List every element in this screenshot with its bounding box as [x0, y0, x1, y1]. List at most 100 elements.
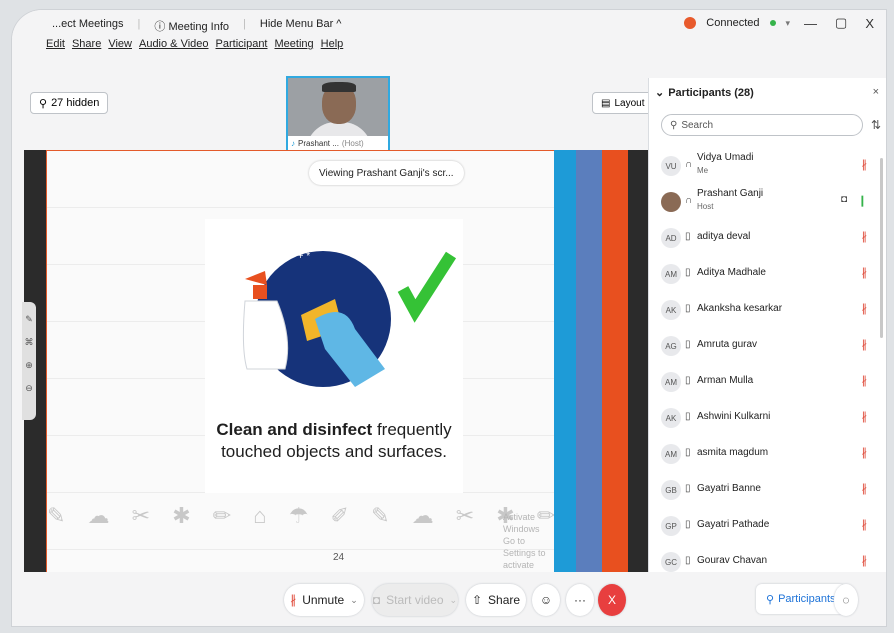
screenshot-frame: ...ect Meetings | ⓘ Meeting Info | Hide … [0, 0, 894, 633]
mic-muted-icon: ∦ [290, 593, 297, 607]
list-item[interactable]: AK ▯ Ashwini Kulkarni ∦ [649, 400, 881, 436]
list-item[interactable]: AM ▯ Arman Mulla ∦ [649, 364, 881, 400]
avatar: AM [661, 372, 681, 392]
mic-muted-icon[interactable]: ∦ [862, 518, 868, 531]
poster-illustration: * + * [242, 251, 457, 387]
menu-meeting[interactable]: Meeting [275, 38, 314, 58]
phone-icon: ▯ [685, 411, 691, 422]
reactions-button[interactable]: ☺ [532, 584, 560, 616]
doodle-border: ✎ ☁ ✂ ✱ ✏ ⌂ ☂ ✐ ✎ ☁ ✂ ✱ ✏ ⌂ ☂ ✐ ✎ ☁ ✂ ✱ [47, 503, 555, 528]
menu-view[interactable]: View [108, 38, 132, 58]
viewing-banner[interactable]: Viewing Prashant Ganji's scr... [309, 161, 464, 185]
mic-muted-icon[interactable]: ∦ [862, 266, 868, 279]
phone-icon: ▯ [685, 375, 691, 386]
list-item[interactable]: AG ▯ Amruta gurav ∦ [649, 328, 881, 364]
annotation-panel: ✎ ⌘ ⊕ ⊖ [22, 302, 36, 420]
chevron-down-icon: ⌄ [449, 594, 458, 605]
layout-icon: ▤ [601, 97, 611, 109]
list-item[interactable]: GP ▯ Gayatri Pathade ∦ [649, 508, 881, 544]
zoom-in-icon[interactable]: ⊕ [22, 360, 36, 371]
list-item[interactable]: ∩ Prashant Ganji Host ◘ ❙ [649, 184, 881, 220]
menu-audio-video[interactable]: Audio & Video [139, 38, 209, 58]
status-dropdown-icon[interactable]: ▾ [786, 18, 791, 29]
avatar: GP [661, 516, 681, 536]
poster-caption: Clean and disinfect frequently touched o… [216, 420, 452, 461]
close-window-button[interactable]: X [861, 16, 878, 31]
restore-button[interactable]: ▢ [831, 15, 851, 31]
camera-icon[interactable]: ◘ [841, 194, 847, 205]
video-hair [322, 82, 356, 92]
list-item[interactable]: GB ▯ Gayatri Banne ∦ [649, 472, 881, 508]
avatar: AM [661, 444, 681, 464]
avatar: AG [661, 336, 681, 356]
menu-help[interactable]: Help [321, 38, 344, 58]
spray-bottle [242, 300, 289, 370]
mic-muted-icon[interactable]: ∦ [862, 410, 868, 423]
chevron-down-icon: ⌄ [655, 87, 665, 99]
participants-list: VU ∩ Vidya Umadi Me ∦ ∩ Prashant Ganji H… [649, 148, 881, 580]
list-item[interactable]: VU ∩ Vidya Umadi Me ∦ [649, 148, 881, 184]
mic-muted-icon[interactable]: ∦ [862, 482, 868, 495]
phone-icon: ▯ [685, 303, 691, 314]
slide-stripe-orange [602, 150, 628, 572]
meeting-info-button[interactable]: ⓘ Meeting Info [154, 18, 229, 34]
end-meeting-button[interactable]: X [598, 584, 626, 616]
participants-header[interactable]: ⌄ Participants (28) [655, 86, 754, 100]
mic-on-icon[interactable]: ❙ [858, 194, 867, 207]
slide-stripe-slate [576, 150, 602, 572]
avatar: AD [661, 228, 681, 248]
phone-icon: ▯ [685, 519, 691, 530]
phone-icon: ▯ [685, 231, 691, 242]
shared-slide: Viewing Prashant Ganji's scr... * + * Cl… [46, 150, 555, 582]
chat-button[interactable]: ◌ [834, 584, 858, 616]
participant-search-input[interactable]: ⚲ Search [661, 114, 863, 136]
more-button[interactable]: ··· [566, 584, 594, 616]
slide-page-number: 24 [333, 552, 345, 563]
hide-menu-bar-button[interactable]: Hide Menu Bar ^ [260, 18, 342, 34]
avatar: VU [661, 156, 681, 176]
layout-button[interactable]: ▤ Layout [592, 92, 654, 114]
avatar: AK [661, 408, 681, 428]
search-icon: ⚲ [670, 119, 678, 131]
mic-muted-icon[interactable]: ∦ [862, 554, 868, 567]
menu-participant[interactable]: Participant [216, 38, 268, 58]
unmute-button[interactable]: ∦ Unmute ⌄ [284, 584, 364, 616]
sort-icon[interactable]: ⇅ [871, 118, 881, 132]
minimize-button[interactable]: — [800, 16, 821, 31]
mic-muted-icon[interactable]: ∦ [862, 302, 868, 315]
mic-muted-icon[interactable]: ∦ [862, 158, 868, 171]
list-item[interactable]: AM ▯ Aditya Madhale ∦ [649, 256, 881, 292]
mic-muted-icon[interactable]: ∦ [862, 338, 868, 351]
avatar [661, 192, 681, 212]
mic-muted-icon[interactable]: ∦ [862, 446, 868, 459]
mic-muted-icon[interactable]: ∦ [862, 230, 868, 243]
start-video-button[interactable]: ◘ Start video ⌄ [372, 584, 458, 616]
meeting-controls-bar: ∦ Unmute ⌄ ◘ Start video ⌄ ⇧ Share ☺ ···… [12, 572, 886, 626]
status-dot-icon [769, 20, 776, 26]
hygiene-poster: * + * Clean and disinfect frequently tou… [205, 219, 463, 493]
avatar: GB [661, 480, 681, 500]
zoom-out-icon[interactable]: ⊖ [22, 383, 36, 394]
list-item[interactable]: AM ▯ asmita magdum ∦ [649, 436, 881, 472]
list-item[interactable]: AK ▯ Akanksha kesarkar ∦ [649, 292, 881, 328]
svg-text:* + *: * + * [291, 251, 310, 262]
menu-edit[interactable]: Edit [46, 38, 65, 58]
hidden-participants-button[interactable]: ⚲ 27 hidden [30, 92, 109, 114]
shared-screen-area: Viewing Prashant Ganji's scr... * + * Cl… [22, 150, 650, 582]
mic-muted-icon[interactable]: ∦ [862, 374, 868, 387]
participants-toggle-button[interactable]: ⚲ Participants [756, 584, 846, 614]
close-panel-icon[interactable]: × [873, 86, 879, 98]
title-bar: ...ect Meetings | ⓘ Meeting Info | Hide … [12, 10, 886, 38]
slide-stripe-blue [554, 150, 576, 572]
share-icon: ⇧ [471, 593, 483, 607]
menu-bar: Edit Share View Audio & Video Participan… [46, 38, 343, 58]
menu-share[interactable]: Share [72, 38, 101, 58]
share-button[interactable]: ⇧ Share [466, 584, 526, 616]
pin-tool-icon[interactable]: ⌘ [22, 337, 36, 348]
phone-icon: ▯ [685, 267, 691, 278]
pointer-tool-icon[interactable]: ✎ [22, 314, 36, 325]
phone-icon: ▯ [685, 555, 691, 566]
host-video-thumbnail[interactable]: ♪ Prashant ... (Host) [286, 76, 390, 152]
video-toolbar: ⚲ 27 hidden ♪ Prashant ... (Host) ▤ Layo… [12, 58, 654, 152]
list-item[interactable]: AD ▯ aditya deval ∦ [649, 220, 881, 256]
